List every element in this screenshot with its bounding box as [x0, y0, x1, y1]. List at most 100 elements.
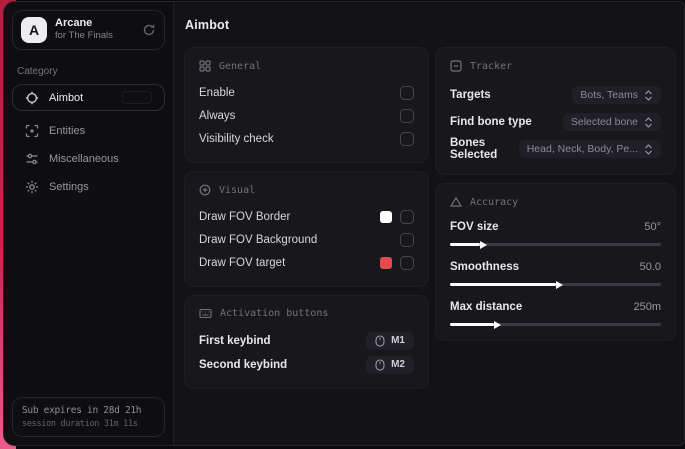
- sidebar-item-label: Aimbot: [49, 91, 84, 104]
- keyboard-icon: [199, 308, 212, 319]
- sidebar-nav: Aimbot Entities Miscellaneous Settings: [4, 84, 173, 201]
- setting-row-enable: Enable: [199, 82, 414, 104]
- first-keybind-button[interactable]: M1: [366, 331, 414, 350]
- sidebar-item-label: Settings: [49, 180, 89, 193]
- main-content: Aimbot General Enable Always Visibility …: [174, 2, 684, 445]
- setting-label: Smoothness: [450, 261, 520, 273]
- setting-label: Bones Selected: [450, 137, 498, 161]
- circle-plus-icon: [199, 184, 211, 196]
- slider-fill: [450, 323, 495, 326]
- setting-row-fov-target: Draw FOV target: [199, 252, 414, 274]
- chevrons-up-down-icon: [644, 116, 653, 128]
- setting-row-first-keybind: First keybind M1: [199, 329, 414, 352]
- page-title: Aimbot: [185, 18, 230, 32]
- card-title: Visual: [219, 184, 256, 196]
- slider-value: 50°: [644, 221, 661, 233]
- setting-label: FOV size: [450, 221, 499, 233]
- enable-checkbox[interactable]: [400, 86, 414, 100]
- keybind-value: M2: [391, 359, 405, 370]
- subscription-box: Sub expires in 28d 21h session duration …: [12, 397, 165, 437]
- app-logo: A: [21, 17, 47, 43]
- setting-row-fov-size: FOV size 50°: [450, 218, 661, 246]
- crosshair-icon: [25, 91, 39, 105]
- setting-label: Enable: [199, 87, 235, 99]
- card-title: Tracker: [470, 60, 513, 72]
- fov-border-checkbox[interactable]: [400, 210, 414, 224]
- mouse-icon: [375, 334, 385, 347]
- triangle-icon: [450, 196, 462, 208]
- setting-row-max-distance: Max distance 250m: [450, 298, 661, 326]
- setting-label: Find bone type: [450, 116, 532, 128]
- setting-row-always: Always: [199, 105, 414, 127]
- fov-background-checkbox[interactable]: [400, 233, 414, 247]
- setting-label: Targets: [450, 89, 491, 101]
- category-label: Category: [17, 66, 58, 77]
- session-duration-text: session duration 31m 11s: [22, 419, 138, 429]
- targets-dropdown[interactable]: Bots, Teams: [572, 86, 661, 104]
- bones-selected-dropdown[interactable]: Head, Neck, Body, Pe...: [518, 140, 661, 158]
- sidebar-item-settings[interactable]: Settings: [12, 173, 165, 200]
- card-title: General: [219, 60, 262, 72]
- gear-icon: [25, 180, 39, 194]
- setting-row-visibility-check: Visibility check: [199, 128, 414, 150]
- find-bone-type-dropdown[interactable]: Selected bone: [562, 113, 661, 131]
- card-title: Activation buttons: [220, 308, 329, 319]
- entities-icon: [25, 124, 39, 138]
- setting-label: Visibility check: [199, 133, 274, 145]
- setting-row-fov-border: Draw FOV Border: [199, 206, 414, 228]
- setting-label: Second keybind: [199, 358, 288, 371]
- second-keybind-button[interactable]: M2: [366, 355, 414, 374]
- setting-row-find-bone-type: Find bone type Selected bone: [450, 109, 661, 135]
- visibility-check-checkbox[interactable]: [400, 132, 414, 146]
- sidebar-item-label: Entities: [49, 124, 86, 137]
- app-header: A Arcane for The Finals: [12, 10, 165, 50]
- accuracy-card: Accuracy FOV size 50° Smoothness 50.0 Ma…: [435, 183, 676, 341]
- general-card: General Enable Always Visibility check: [184, 47, 429, 163]
- setting-label: Draw FOV Border: [199, 211, 291, 223]
- refresh-icon[interactable]: [142, 23, 156, 37]
- grid-icon: [199, 60, 211, 72]
- chevrons-up-down-icon: [644, 89, 653, 101]
- setting-label: Draw FOV Background: [199, 234, 318, 246]
- dropdown-value: Selected bone: [570, 116, 638, 128]
- fov-size-slider[interactable]: [450, 243, 661, 246]
- sub-expiry-text: Sub expires in 28d 21h: [22, 405, 142, 416]
- dropdown-value: Head, Neck, Body, Pe...: [526, 143, 638, 155]
- keybind-value: M1: [391, 335, 405, 346]
- always-checkbox[interactable]: [400, 109, 414, 123]
- mouse-icon: [375, 358, 385, 371]
- app-subtitle: for The Finals: [55, 30, 113, 42]
- chevrons-up-down-icon: [644, 143, 653, 155]
- app-title-block: Arcane for The Finals: [55, 17, 113, 43]
- setting-row-smoothness: Smoothness 50.0: [450, 258, 661, 286]
- slider-fill: [450, 283, 556, 286]
- color-swatch-red[interactable]: [380, 257, 392, 269]
- dropdown-value: Bots, Teams: [580, 89, 638, 101]
- smoothness-slider[interactable]: [450, 283, 661, 286]
- app-name: Arcane: [55, 17, 93, 30]
- visual-card: Visual Draw FOV Border Draw FOV Backgrou…: [184, 171, 429, 287]
- setting-label: First keybind: [199, 334, 271, 347]
- setting-row-bones-selected: Bones Selected Head, Neck, Body, Pe...: [450, 136, 661, 162]
- square-minus-icon: [450, 60, 462, 72]
- sidebar-item-aimbot[interactable]: Aimbot: [12, 84, 165, 111]
- fov-target-checkbox[interactable]: [400, 256, 414, 270]
- slider-fill: [450, 243, 480, 246]
- sidebar-item-miscellaneous[interactable]: Miscellaneous: [12, 145, 165, 172]
- slider-value: 50.0: [639, 261, 661, 273]
- setting-label: Draw FOV target: [199, 257, 286, 269]
- activation-card: Activation buttons First keybind M1 Seco…: [184, 295, 429, 389]
- setting-label: Max distance: [450, 301, 523, 313]
- app-window: A Arcane for The Finals Category Aimbot: [3, 1, 685, 446]
- color-swatch-white[interactable]: [380, 211, 392, 223]
- setting-row-second-keybind: Second keybind M2: [199, 353, 414, 376]
- sliders-icon: [25, 152, 39, 166]
- max-distance-slider[interactable]: [450, 323, 661, 326]
- sidebar: A Arcane for The Finals Category Aimbot: [4, 2, 174, 445]
- setting-row-targets: Targets Bots, Teams: [450, 82, 661, 108]
- sidebar-item-entities[interactable]: Entities: [12, 117, 165, 144]
- card-title: Accuracy: [470, 196, 519, 208]
- keybind-hint-pill: [122, 91, 152, 104]
- setting-label: Always: [199, 110, 236, 122]
- setting-row-fov-background: Draw FOV Background: [199, 229, 414, 251]
